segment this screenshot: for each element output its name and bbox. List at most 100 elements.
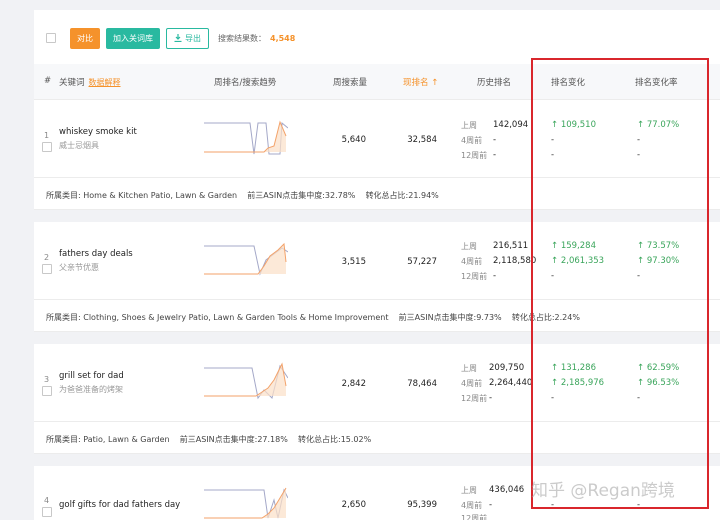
- history-value: 2,118,580: [493, 256, 537, 266]
- rank-change-value: ↑ 131,286: [551, 363, 596, 373]
- rank-change-value: -: [551, 271, 555, 281]
- rank-change-rate-value: ↑ 73.57%: [637, 241, 680, 251]
- keyword-translation: 父亲节优惠: [59, 263, 99, 272]
- rank-change-value: ↑ 159,284: [551, 241, 596, 251]
- rank-change-value: -: [551, 393, 555, 403]
- rank-change-rate-value: -: [637, 500, 641, 510]
- category-info: 所属类目: Home & Kitchen Patio, Lawn & Garde…: [46, 191, 439, 200]
- history-value: -: [493, 271, 497, 281]
- watermark: 知乎 @Regan跨境: [531, 481, 675, 501]
- col-trend: 周排名/搜索趋势: [214, 78, 277, 88]
- export-label: 导出: [185, 33, 201, 43]
- download-icon: [174, 34, 182, 42]
- history-value: -: [493, 150, 497, 160]
- history-label-12w: 12周前: [461, 514, 488, 520]
- table-row: [34, 100, 720, 178]
- keyword-translation: 为爸爸准备的烤架: [59, 385, 123, 394]
- col-current-rank[interactable]: 现排名 ↑: [403, 76, 438, 88]
- history-label-last-week: 上周: [461, 486, 477, 495]
- table-header: [34, 64, 720, 100]
- trend-sparkline[interactable]: [202, 484, 288, 520]
- history-value: -: [493, 135, 497, 145]
- rank-change-value: -: [551, 135, 555, 145]
- current-rank-value: 32,584: [407, 135, 437, 145]
- rank-change-rate-value: ↑ 77.07%: [637, 120, 680, 130]
- row-index: 1: [44, 131, 50, 140]
- history-value: -: [489, 393, 493, 403]
- keyword-link[interactable]: fathers day deals: [59, 249, 133, 259]
- history-label-12w: 12周前: [461, 394, 488, 403]
- rank-change-rate-value: -: [637, 150, 641, 160]
- rank-change-value: ↑ 2,061,353: [551, 256, 605, 266]
- row-gap: [34, 454, 720, 466]
- row-checkbox[interactable]: [42, 507, 52, 517]
- row-index: 3: [44, 375, 50, 384]
- row-gap: [34, 210, 720, 222]
- data-explain-link[interactable]: 数据解释: [89, 78, 121, 87]
- rank-change-rate-value: ↑ 96.53%: [637, 378, 680, 388]
- category-info: 所属类目: Clothing, Shoes & Jewelry Patio, L…: [46, 313, 580, 322]
- weekly-search-value: 3,515: [341, 257, 366, 267]
- history-value: 216,511: [493, 241, 529, 251]
- trend-sparkline[interactable]: [202, 240, 288, 280]
- weekly-search-value: 2,842: [341, 379, 366, 389]
- add-to-lexicon-button[interactable]: 加入关词库: [106, 27, 160, 49]
- rank-change-value: ↑ 109,510: [551, 120, 596, 130]
- row-index: 2: [44, 253, 50, 262]
- history-label-4w: 4周前: [461, 379, 483, 388]
- col-rank-change[interactable]: 排名变化: [551, 76, 585, 88]
- history-value: -: [489, 500, 493, 510]
- row-gap: [34, 332, 720, 344]
- row-checkbox[interactable]: [42, 142, 52, 152]
- keyword-link[interactable]: whiskey smoke kit: [59, 127, 137, 137]
- col-weekly-search[interactable]: 周搜索量: [333, 76, 367, 88]
- history-label-4w: 4周前: [461, 501, 483, 510]
- history-label-12w: 12周前: [461, 272, 488, 281]
- history-label-last-week: 上周: [461, 121, 477, 130]
- rank-change-value: -: [551, 150, 555, 160]
- category-info: 所属类目: Patio, Lawn & Garden 前三ASIN点击集中度:2…: [46, 435, 372, 444]
- table-row: [34, 222, 720, 300]
- col-rank-change-rate[interactable]: 排名变化率: [635, 76, 678, 88]
- compare-button[interactable]: 对比: [70, 27, 100, 49]
- col-keyword-label: 关键词: [59, 78, 85, 88]
- result-count-value: 4,548: [270, 33, 296, 43]
- table-row: [34, 344, 720, 422]
- rank-change-rate-value: ↑ 97.30%: [637, 256, 680, 266]
- rank-change-rate-value: -: [637, 393, 641, 403]
- weekly-search-value: 2,650: [341, 500, 366, 510]
- top-strip: [34, 0, 720, 10]
- current-rank-value: 95,399: [407, 500, 437, 510]
- history-label-last-week: 上周: [461, 364, 477, 373]
- keyword-link[interactable]: grill set for dad: [59, 371, 124, 381]
- result-count: 搜索结果数： 4,548: [218, 33, 295, 44]
- current-rank-value: 78,464: [407, 379, 437, 389]
- row-checkbox[interactable]: [42, 264, 52, 274]
- rank-change-rate-value: -: [637, 271, 641, 281]
- rank-change-value: ↑ 2,185,976: [551, 378, 605, 388]
- weekly-search-value: 5,640: [341, 135, 366, 145]
- col-index: #: [44, 76, 52, 86]
- trend-sparkline[interactable]: [202, 362, 288, 402]
- history-value: 142,094: [493, 120, 529, 130]
- history-value: 2,264,440: [489, 378, 533, 388]
- history-value: 209,750: [489, 363, 525, 373]
- history-label-4w: 4周前: [461, 136, 483, 145]
- rank-change-value: -: [551, 500, 555, 510]
- history-label-12w: 12周前: [461, 151, 488, 160]
- keyword-link[interactable]: golf gifts for dad fathers day: [59, 500, 180, 510]
- keyword-translation: 威士忌烟具: [59, 141, 99, 150]
- row-checkbox[interactable]: [42, 386, 52, 396]
- history-label-4w: 4周前: [461, 257, 483, 266]
- col-keyword[interactable]: 关键词 数据解释: [59, 76, 121, 88]
- result-count-label: 搜索结果数：: [218, 33, 266, 43]
- rank-change-rate-value: -: [637, 135, 641, 145]
- row-index: 4: [44, 496, 50, 505]
- export-button[interactable]: 导出: [166, 27, 209, 49]
- trend-sparkline[interactable]: [202, 118, 288, 158]
- history-value: 436,046: [489, 485, 525, 495]
- select-all-checkbox[interactable]: [46, 33, 56, 43]
- history-label-last-week: 上周: [461, 242, 477, 251]
- col-history-rank: 历史排名: [477, 78, 512, 88]
- rank-change-rate-value: ↑ 62.59%: [637, 363, 680, 373]
